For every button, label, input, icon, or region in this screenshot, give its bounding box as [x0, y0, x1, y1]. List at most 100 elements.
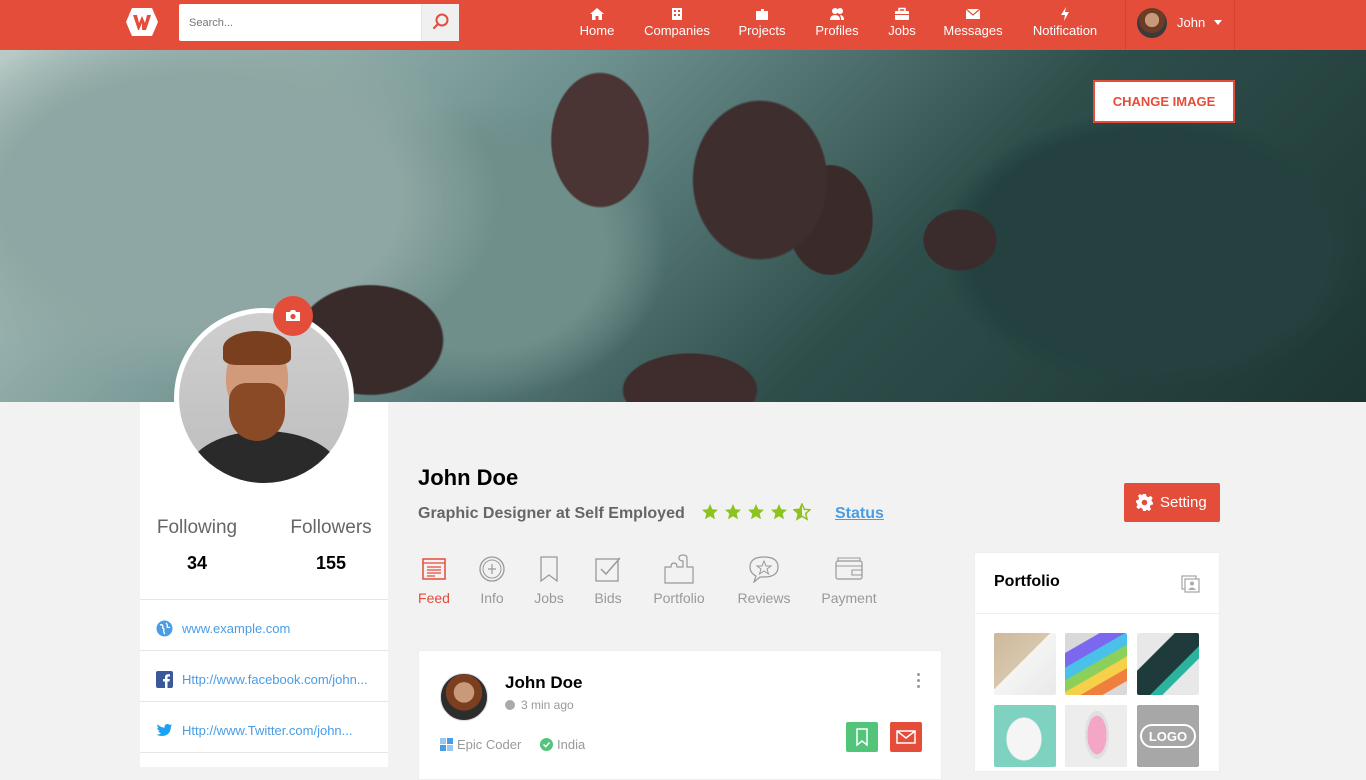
tab-label: Payment: [821, 590, 877, 606]
divider: [140, 650, 388, 651]
top-navbar: Home Companies Projects Profiles Jobs Me…: [0, 0, 1366, 50]
followers-label: Followers: [290, 517, 372, 538]
logo-icon[interactable]: [124, 4, 160, 40]
twitter-icon: [156, 724, 173, 736]
nav-notification[interactable]: Notification: [1026, 0, 1104, 50]
portfolio-thumb[interactable]: [1065, 633, 1127, 695]
portfolio-thumb[interactable]: [1137, 633, 1199, 695]
tab-label: Reviews: [737, 590, 791, 606]
following-label: Following: [156, 517, 238, 538]
more-options-icon[interactable]: [917, 673, 921, 689]
facebook-link[interactable]: Http://www.facebook.com/john...: [182, 672, 377, 687]
nav-label: Profiles: [815, 23, 859, 38]
following-count[interactable]: 34: [137, 553, 257, 574]
profiles-icon: [830, 8, 844, 20]
logo-mockup-icon: LOGO: [1140, 724, 1196, 748]
rating-stars: [701, 503, 811, 521]
post-time-text: 3 min ago: [521, 698, 574, 712]
website-link-row[interactable]: www.example.com: [140, 601, 388, 651]
nav-home[interactable]: Home: [572, 0, 622, 50]
home-icon: [590, 8, 604, 20]
nav-profiles[interactable]: Profiles: [810, 0, 864, 50]
messages-icon: [965, 8, 981, 19]
user-menu[interactable]: John: [1125, 0, 1235, 50]
star-icon: [748, 504, 764, 520]
setting-label: Setting: [1160, 494, 1207, 511]
setting-button[interactable]: Setting: [1124, 483, 1220, 522]
portfolio-thumb[interactable]: [994, 633, 1056, 695]
jobs-icon: [895, 7, 909, 20]
svg-text:LOGO: LOGO: [1149, 729, 1187, 744]
portfolio-widget: Portfolio LOGO: [974, 552, 1220, 772]
tab-feed[interactable]: Feed: [414, 553, 454, 606]
twitter-link[interactable]: Http://www.Twitter.com/john...: [182, 723, 377, 738]
mail-icon: [896, 730, 916, 744]
bookmark-icon: [856, 728, 868, 747]
reviews-icon: [749, 556, 779, 583]
camera-icon: [286, 310, 300, 321]
nav-messages[interactable]: Messages: [941, 0, 1005, 50]
twitter-link-row[interactable]: Http://www.Twitter.com/john...: [140, 703, 388, 753]
info-icon: [479, 556, 505, 582]
search-button[interactable]: [421, 4, 459, 41]
globe-icon: [156, 620, 173, 637]
post-time: 3 min ago: [505, 698, 574, 712]
nav-companies[interactable]: Companies: [638, 0, 716, 50]
search-icon: [433, 13, 449, 29]
post-location-text: India: [557, 737, 586, 752]
tab-info[interactable]: Info: [472, 553, 512, 606]
gear-icon: [1136, 494, 1153, 511]
profile-avatar: [179, 313, 349, 483]
change-image-button[interactable]: CHANGE IMAGE: [1093, 80, 1235, 123]
portfolio-thumb[interactable]: [1065, 705, 1127, 767]
tab-portfolio[interactable]: Portfolio: [648, 553, 710, 606]
divider: [140, 701, 388, 702]
website-link[interactable]: www.example.com: [182, 621, 377, 636]
search-box: [179, 4, 459, 41]
star-half-icon: [793, 503, 811, 521]
user-name: John: [1177, 15, 1206, 30]
post-company-text: Epic Coder: [457, 737, 522, 752]
companies-icon: [672, 8, 682, 20]
company-icon: [440, 738, 453, 751]
nav-jobs[interactable]: Jobs: [883, 0, 921, 50]
divider: [975, 613, 1219, 614]
bids-icon: [595, 557, 621, 582]
tab-jobs[interactable]: Jobs: [529, 553, 569, 606]
tab-reviews[interactable]: Reviews: [735, 553, 793, 606]
chevron-down-icon: [1214, 20, 1222, 25]
portfolio-gallery-icon[interactable]: [1181, 573, 1201, 593]
nav-label: Messages: [943, 23, 1003, 38]
portfolio-thumb[interactable]: LOGO: [1137, 705, 1199, 767]
nav-projects[interactable]: Projects: [733, 0, 791, 50]
feed-post: John Doe 3 min ago Epic Coder India: [418, 650, 942, 780]
post-location: India: [540, 737, 585, 752]
tab-label: Bids: [594, 590, 622, 606]
change-avatar-button[interactable]: [273, 296, 313, 336]
followers-count[interactable]: 155: [271, 553, 391, 574]
divider: [140, 599, 388, 600]
search-input[interactable]: [179, 4, 421, 41]
star-icon: [725, 504, 741, 520]
status-link[interactable]: Status: [835, 505, 884, 523]
post-company: Epic Coder: [440, 737, 521, 752]
facebook-link-row[interactable]: Http://www.facebook.com/john...: [140, 652, 388, 702]
profile-name: John Doe: [418, 465, 519, 490]
location-check-icon: [540, 738, 553, 751]
message-button[interactable]: [890, 722, 922, 752]
bookmark-button[interactable]: [846, 722, 878, 752]
nav-label: Home: [579, 23, 615, 38]
post-author-name[interactable]: John Doe: [505, 673, 582, 693]
profile-avatar-frame: [174, 308, 354, 488]
tab-bids[interactable]: Bids: [588, 553, 628, 606]
portfolio-title: Portfolio: [994, 573, 1060, 590]
nav-label: Jobs: [888, 23, 916, 38]
notification-icon: [1061, 7, 1069, 21]
profile-title: Graphic Designer at Self Employed: [418, 505, 685, 522]
facebook-icon: [156, 671, 173, 688]
tab-label: Feed: [418, 590, 450, 606]
bookmark-icon: [540, 556, 558, 583]
tab-payment[interactable]: Payment: [818, 553, 880, 606]
post-author-avatar[interactable]: [440, 673, 488, 721]
portfolio-thumb[interactable]: [994, 705, 1056, 767]
